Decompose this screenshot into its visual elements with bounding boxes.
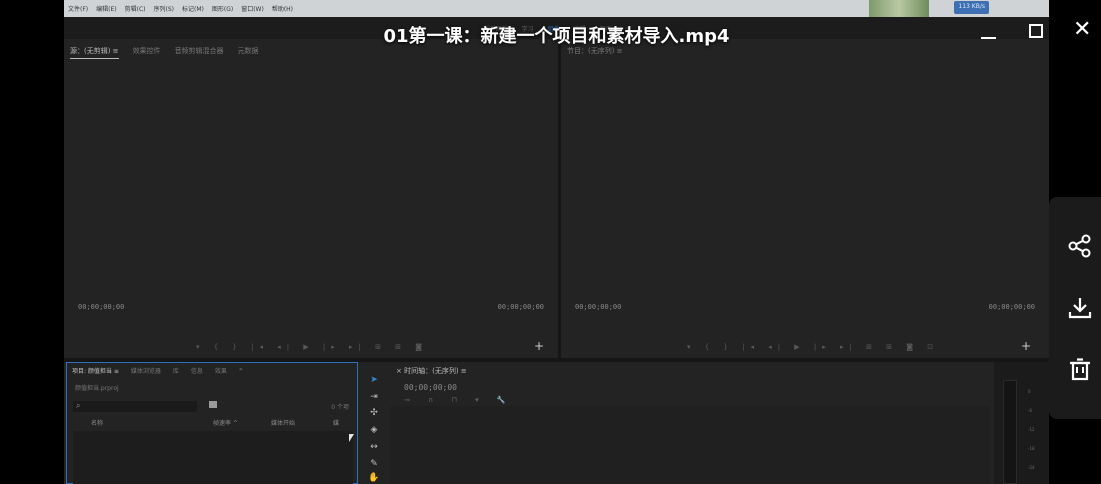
- program-transport-controls: ▾ { } |◂ ◂| ▶ |▸ ▸| ⊞ ⊞ ◙ ⊡: [687, 343, 940, 351]
- close-button[interactable]: ✕: [1073, 16, 1091, 44]
- project-search-input: ⌕: [73, 401, 197, 412]
- menu-clip: 剪辑(C): [124, 6, 146, 13]
- program-timecode-left: 00;00;00;00: [575, 303, 622, 311]
- menu-marker: 标记(M): [182, 6, 204, 13]
- audio-meter-bar: [1003, 380, 1017, 484]
- tab-effects: 效果: [214, 368, 227, 375]
- source-transport-controls: ▾ { } |◂ ◂| ▶ |▸ ▸| ⊞ ⊞ ◙: [196, 343, 429, 351]
- timeline-tracks: [390, 406, 990, 484]
- video-frame[interactable]: 文件(F) 编辑(E) 剪辑(C) 序列(S) 标记(M) 图形(G) 窗口(W…: [64, 0, 1049, 484]
- network-speed-badge: 113 KB/s: [954, 1, 989, 14]
- meter-tick: -12: [1028, 427, 1035, 432]
- menu-graphics: 图形(G): [211, 6, 234, 13]
- maximize-button[interactable]: [1029, 24, 1043, 38]
- source-timecode-left: 00;00;00;00: [78, 303, 125, 311]
- meter-tick: -6: [1028, 408, 1032, 413]
- pen-tool-icon: ✎: [370, 459, 378, 469]
- program-add-button: +: [1021, 339, 1032, 353]
- tab-info: 信息: [190, 368, 203, 375]
- download-icon[interactable]: [1067, 295, 1093, 321]
- menu-sequence: 序列(S): [153, 6, 175, 13]
- tab-media-browser: 媒体浏览器: [130, 368, 161, 375]
- menu-file: 文件(F): [68, 6, 89, 13]
- tools-panel: ➤ ⇥ ✣ ◈ ↔ ✎ ✋: [362, 362, 386, 484]
- project-item-list: [73, 431, 353, 484]
- source-add-button: +: [534, 339, 545, 353]
- project-panel: 项目: 颜值担当 ≡ 媒体浏览器 库 信息 效果 » 颜值担当.prproj ⌕…: [66, 362, 358, 484]
- source-monitor: 源：(无剪辑) ≡ 效果控件 音频剪辑混合器 元数据 00;00;00;00 0…: [64, 41, 558, 358]
- tab-project: 项目: 颜值担当 ≡: [72, 368, 119, 375]
- project-file-name: 颜值担当.prproj: [75, 385, 119, 392]
- menu-help: 帮助(H): [271, 6, 294, 13]
- timeline-timecode: 00;00;00;00: [404, 383, 457, 392]
- meter-tick: -24: [1028, 465, 1035, 470]
- project-tabs: 项目: 颜值担当 ≡ 媒体浏览器 库 信息 效果 »: [72, 366, 243, 375]
- mouse-cursor-icon: [349, 434, 354, 442]
- project-columns: 名称 帧速率 ^ 媒体开始 媒: [73, 418, 353, 428]
- meter-tick: 0: [1028, 389, 1031, 394]
- program-monitor: 节目：(无序列) ≡ 00;00;00;00 00;00;00;00 ▾ { }…: [561, 41, 1049, 358]
- share-icon[interactable]: [1067, 233, 1093, 259]
- razor-tool-icon: ◈: [370, 425, 378, 435]
- audio-meter: 0 -6 -12 -18 -24: [994, 362, 1049, 484]
- minimize-button[interactable]: [981, 37, 996, 39]
- side-action-panel: [1049, 197, 1101, 419]
- tab-more: »: [238, 366, 243, 373]
- meter-tick: -18: [1028, 446, 1035, 451]
- tab-library: 库: [172, 368, 179, 375]
- col-name: 名称: [91, 420, 104, 427]
- hand-tool-icon: ✋: [368, 473, 380, 483]
- slip-tool-icon: ↔: [370, 442, 378, 452]
- track-select-icon: ⇥: [370, 392, 378, 402]
- premiere-menubar: 文件(F) 编辑(E) 剪辑(C) 序列(S) 标记(M) 图形(G) 窗口(W…: [64, 0, 1049, 17]
- timeline-panel: × 时间轴：(无序列) ≡ 00;00;00;00 ⊸ ∩ ⊓ ▾ 🔧: [390, 362, 990, 484]
- menu-edit: 编辑(E): [96, 6, 117, 13]
- selection-tool-icon: ➤: [370, 375, 378, 385]
- bin-icon: [209, 401, 217, 408]
- background-thumbnail: [869, 0, 929, 17]
- ripple-edit-icon: ✣: [370, 408, 378, 418]
- program-timecode-right: 00;00;00;00: [988, 303, 1035, 311]
- col-media-start: 媒体开始: [271, 420, 296, 427]
- timeline-tool-icons: ⊸ ∩ ⊓ ▾ 🔧: [404, 396, 514, 404]
- source-timecode-right: 00;00;00;00: [497, 303, 544, 311]
- timeline-title: × 时间轴：(无序列) ≡: [396, 367, 467, 375]
- col-framerate: 帧速率 ^: [213, 420, 238, 427]
- menu-window: 窗口(W): [241, 6, 264, 13]
- trash-icon[interactable]: [1067, 356, 1093, 382]
- item-count: 0 个项: [331, 404, 349, 411]
- video-title: 01第一课：新建一个项目和素材导入.mp4: [383, 26, 730, 47]
- col-media: 媒: [333, 420, 340, 427]
- audio-meter-ticks: 0 -6 -12 -18 -24: [1028, 382, 1035, 477]
